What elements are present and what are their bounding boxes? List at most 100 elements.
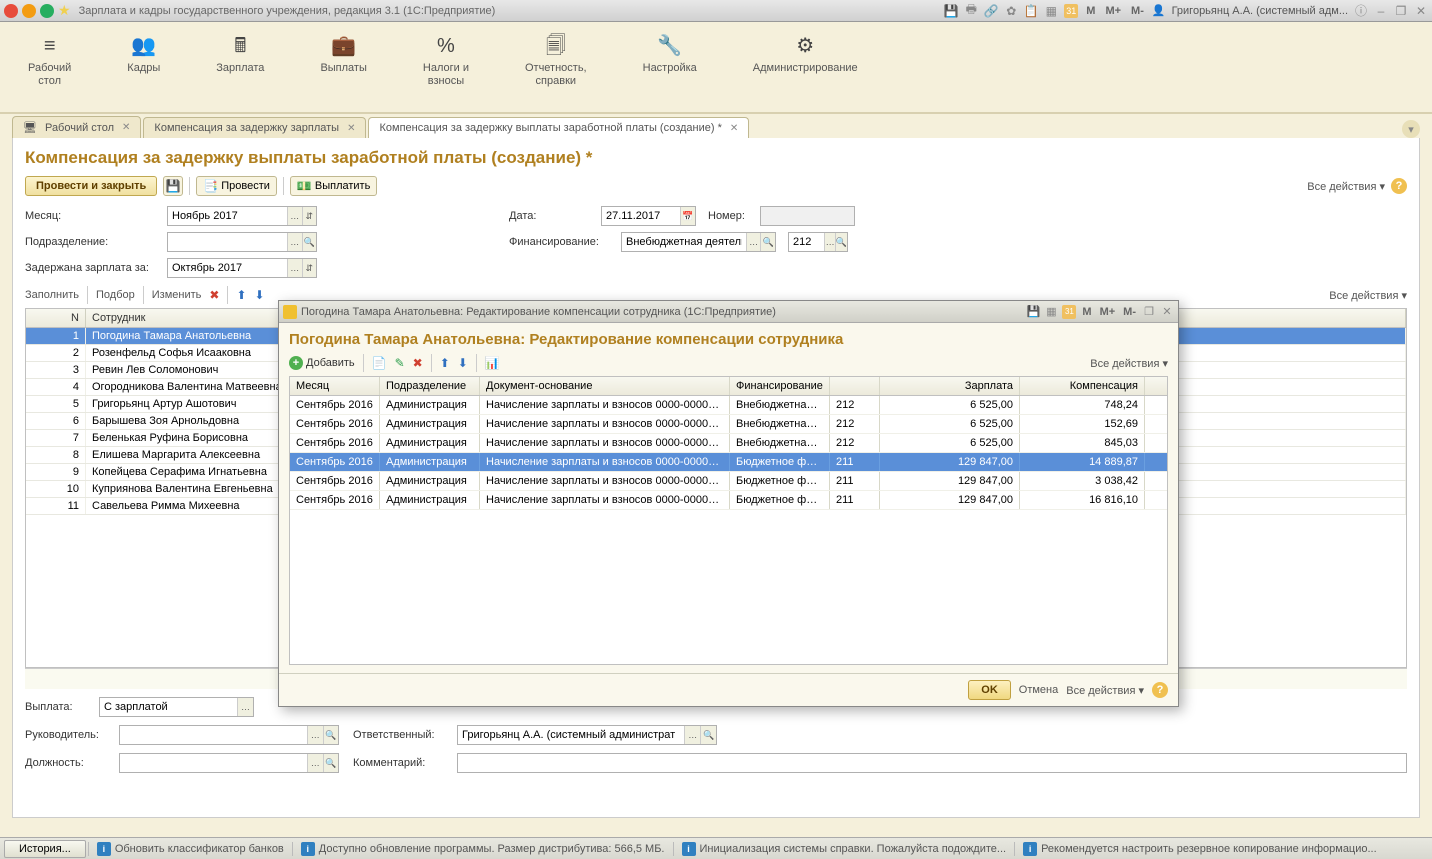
section-button[interactable]: 🗐Отчетность, справки [517,30,595,112]
all-actions-link[interactable]: Все действия ▾ [1307,180,1385,193]
dept-field[interactable]: … 🔍 [167,232,317,252]
save-button[interactable]: 💾 [163,176,183,196]
date-cal-btn[interactable]: 📅 [680,207,695,225]
delete-icon[interactable]: ✖ [209,288,219,302]
col-comp[interactable]: Компенсация [1020,377,1145,395]
tab[interactable]: 🖥Рабочий стол✕ [12,116,141,138]
print-icon[interactable]: 🖶 [964,4,978,18]
tab-close-icon[interactable]: ✕ [122,122,130,133]
status-segment[interactable]: iИнициализация системы справки. Пожалуйс… [673,842,1015,856]
grid-all-actions[interactable]: Все действия ▾ [1329,289,1407,302]
info-icon[interactable]: ⓘ [1354,4,1368,18]
save-icon[interactable]: 💾 [944,4,958,18]
modal-help-icon[interactable]: ? [1152,682,1168,698]
history-button[interactable]: История... [4,840,86,858]
delayed-spin-btn[interactable]: ⇵ [302,259,316,277]
down-icon[interactable]: ⬇ [458,356,468,370]
comment-field[interactable] [457,753,1407,773]
section-button[interactable]: ≡Рабочий стол [20,30,79,112]
modal-restore-icon[interactable]: ❐ [1142,305,1156,319]
table-row[interactable]: Сентябрь 2016АдминистрацияНачисление зар… [290,396,1167,415]
month-input[interactable] [168,207,287,225]
comment-input[interactable] [458,754,1406,772]
section-button[interactable]: 💼Выплаты [312,30,374,112]
col-doc[interactable]: Документ-основание [480,377,730,395]
help-icon[interactable]: ? [1391,178,1407,194]
col-salary[interactable]: Зарплата [880,377,1020,395]
tabs-more-btn[interactable]: ▾ [1402,120,1420,138]
post-button[interactable]: 📑 Провести [196,176,277,196]
pay-button[interactable]: 💵 Выплатить [290,176,377,196]
month-dots-btn[interactable]: … [287,207,301,225]
mgr-field[interactable]: … 🔍 [119,725,339,745]
section-button[interactable]: 🖩Зарплата [208,30,272,112]
table-row[interactable]: Сентябрь 2016АдминистрацияНачисление зар… [290,472,1167,491]
restore-icon[interactable]: ❐ [1394,4,1408,18]
payout-field[interactable]: … [99,697,254,717]
grid-icon[interactable]: ▦ [1044,4,1058,18]
table-row[interactable]: Сентябрь 2016АдминистрацияНачисление зар… [290,453,1167,472]
ok-button[interactable]: OK [968,680,1011,700]
fin-search-btn[interactable]: 🔍 [760,233,775,251]
tab[interactable]: Компенсация за задержку зарплаты✕ [143,117,366,138]
cancel-button[interactable]: Отмена [1019,684,1058,696]
resp-input[interactable] [458,726,684,744]
current-user[interactable]: Григорьянц А.А. (системный адм... [1172,5,1348,17]
modal-grid-icon[interactable]: ▦ [1044,305,1058,319]
modal-calendar-icon[interactable]: 31 [1062,305,1076,319]
fill-link[interactable]: Заполнить [25,289,79,301]
table-row[interactable]: Сентябрь 2016АдминистрацияНачисление зар… [290,434,1167,453]
section-button[interactable]: %Налоги и взносы [415,30,477,112]
resp-field[interactable]: … 🔍 [457,725,717,745]
pos-search-btn[interactable]: 🔍 [323,754,338,772]
resp-dots-btn[interactable]: … [684,726,700,744]
modal-m-minus-btn[interactable]: M- [1121,306,1138,318]
dept-input[interactable] [168,233,287,251]
fin-dots-btn[interactable]: … [746,233,761,251]
m-button[interactable]: M [1084,5,1097,17]
col-dept[interactable]: Подразделение [380,377,480,395]
edit-link[interactable]: Изменить [152,289,202,301]
edit-icon[interactable]: ✎ [395,356,405,370]
col-code[interactable] [830,377,880,395]
m-plus-button[interactable]: M+ [1103,5,1123,17]
window-maximize-btn[interactable] [40,4,54,18]
date-input[interactable] [602,207,680,225]
fin-code-search-btn[interactable]: 🔍 [835,233,847,251]
dept-dots-btn[interactable]: … [287,233,301,251]
calendar-icon[interactable]: 31 [1064,4,1078,18]
section-button[interactable]: 🔧Настройка [635,30,705,112]
add-button[interactable]: +Добавить [289,356,355,370]
status-segment[interactable]: iРекомендуется настроить резервное копир… [1014,842,1385,856]
month-spin-btn[interactable]: ⇵ [302,207,316,225]
pick-link[interactable]: Подбор [96,289,135,301]
window-close-btn[interactable] [4,4,18,18]
resp-search-btn[interactable]: 🔍 [700,726,716,744]
compensation-grid[interactable]: Месяц Подразделение Документ-основание Ф… [289,376,1168,665]
modal-all-actions[interactable]: Все действия ▾ [1090,357,1168,370]
window-minimize-btn[interactable] [22,4,36,18]
tab[interactable]: Компенсация за задержку выплаты заработн… [368,117,749,138]
move-up-icon[interactable]: ⬆ [236,288,246,302]
up-icon[interactable]: ⬆ [440,356,450,370]
modal-m-btn[interactable]: M [1080,306,1093,318]
delete-row-icon[interactable]: ✖ [413,356,423,370]
date-field[interactable]: 📅 [601,206,696,226]
delayed-input[interactable] [168,259,287,277]
copy-icon[interactable]: 📄 [372,356,387,370]
col-month[interactable]: Месяц [290,377,380,395]
fin-code-dots-btn[interactable]: … [824,233,834,251]
close-icon[interactable]: ✕ [1414,4,1428,18]
tab-close-icon[interactable]: ✕ [347,123,355,134]
delayed-field[interactable]: … ⇵ [167,258,317,278]
section-button[interactable]: 👥Кадры [119,30,168,112]
tab-close-icon[interactable]: ✕ [730,123,738,134]
m-minus-button[interactable]: M- [1129,5,1146,17]
footer-all-actions[interactable]: Все действия ▾ [1066,684,1144,697]
settings-icon[interactable]: ✿ [1004,4,1018,18]
modal-m-plus-btn[interactable]: M+ [1098,306,1118,318]
mgr-input[interactable] [120,726,307,744]
payout-dots-btn[interactable]: … [237,698,253,716]
table-row[interactable]: Сентябрь 2016АдминистрацияНачисление зар… [290,415,1167,434]
col-n[interactable]: N [26,309,86,327]
